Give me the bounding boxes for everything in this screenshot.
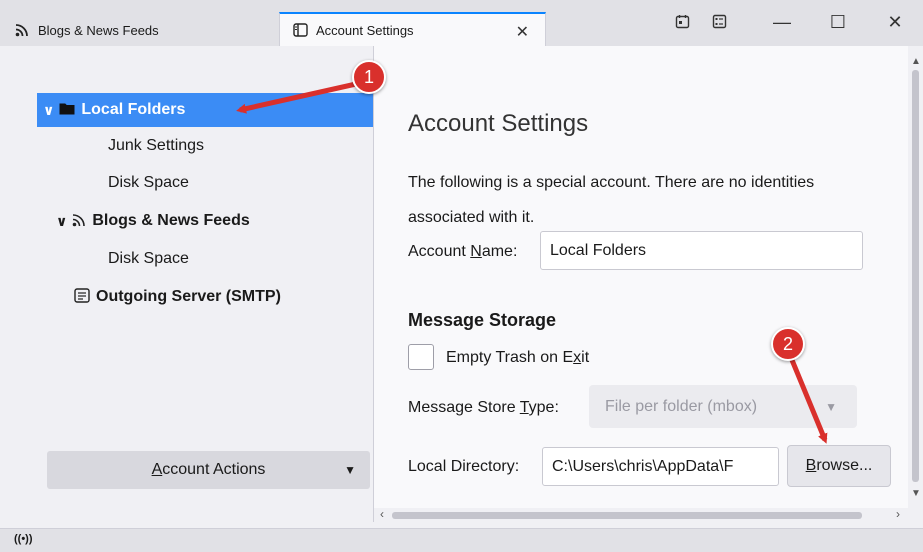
tree-item-label: Blogs & News Feeds <box>92 212 250 229</box>
rss-icon <box>72 213 86 230</box>
account-name-input[interactable]: Local Folders <box>540 231 863 270</box>
account-description: The following is a special account. Ther… <box>408 174 815 226</box>
page-title: Account Settings <box>408 110 589 137</box>
message-store-type-label: Message Store Type: <box>408 399 559 416</box>
tree-item-label: Outgoing Server (SMTP) <box>96 288 281 305</box>
scroll-left-icon[interactable]: ‹ <box>380 507 384 521</box>
tab-label: Blogs & News Feeds <box>38 22 159 38</box>
calendar-icon[interactable] <box>675 14 690 33</box>
scroll-down-icon[interactable]: ▼ <box>911 488 921 499</box>
account-name-label: Account Name: <box>408 243 518 260</box>
tree-item-blogs-news-feeds[interactable]: ∨ Blogs & News Feeds <box>56 204 250 238</box>
message-store-type-select: File per folder (mbox) ▼ <box>589 385 857 428</box>
empty-trash-label[interactable]: Empty Trash on Exit <box>446 349 589 367</box>
vertical-scrollbar[interactable]: ▲ ▼ <box>908 46 923 522</box>
tree-item-junk-settings[interactable]: Junk Settings <box>108 129 204 163</box>
tab-blogs-news-feeds[interactable]: Blogs & News Feeds <box>14 14 274 46</box>
minimize-button[interactable]: — <box>759 12 805 33</box>
settings-page-icon <box>292 22 308 38</box>
horizontal-scrollbar[interactable]: ‹ › <box>374 507 908 522</box>
empty-trash-checkbox[interactable] <box>408 344 434 370</box>
tree-item-disk-space[interactable]: Disk Space <box>108 166 189 200</box>
folder-icon <box>59 102 75 118</box>
tab-account-settings[interactable]: Account Settings ✕ <box>279 12 546 46</box>
scrollbar-thumb[interactable] <box>912 70 919 482</box>
online-status-icon[interactable]: ((•)) <box>14 533 33 545</box>
tree-item-local-folders[interactable]: ∨ Local Folders <box>37 93 373 127</box>
chevron-down-icon: ▼ <box>344 463 356 477</box>
annotation-badge-2: 2 <box>771 327 805 361</box>
local-directory-label: Local Directory: <box>408 458 520 475</box>
tasks-icon[interactable] <box>712 14 727 33</box>
chevron-down-icon: ▼ <box>825 399 837 414</box>
chevron-down-icon[interactable]: ∨ <box>56 213 67 230</box>
local-directory-input[interactable]: C:\Users\chris\AppData\F <box>542 447 779 486</box>
select-value: File per folder (mbox) <box>605 397 758 415</box>
chevron-down-icon[interactable]: ∨ <box>43 102 54 119</box>
tree-item-outgoing-server[interactable]: Outgoing Server (SMTP) <box>74 280 281 314</box>
scroll-up-icon[interactable]: ▲ <box>911 56 921 67</box>
account-actions-label: Account Actions <box>151 461 266 478</box>
scrollbar-thumb[interactable] <box>392 512 862 519</box>
close-window-button[interactable]: ✕ <box>872 12 918 33</box>
tree-item-label: Junk Settings <box>108 137 205 154</box>
tab-label: Account Settings <box>316 22 414 38</box>
scroll-right-icon[interactable]: › <box>896 507 900 521</box>
account-actions-button[interactable]: Account Actions ▼ <box>47 451 370 489</box>
status-bar: ((•)) <box>0 528 923 552</box>
message-storage-heading: Message Storage <box>408 310 557 330</box>
browse-button[interactable]: Browse... <box>787 445 891 487</box>
tab-bar: Blogs & News Feeds Account Settings ✕ — … <box>0 0 923 46</box>
annotation-badge-1: 1 <box>352 60 386 94</box>
tree-item-label: Disk Space <box>108 174 189 191</box>
close-tab-icon[interactable]: ✕ <box>516 22 529 42</box>
toolbar-icons <box>675 14 727 33</box>
tree-item-label: Local Folders <box>81 101 186 118</box>
maximize-button[interactable]: ☐ <box>815 12 861 33</box>
rss-icon <box>14 22 30 38</box>
outgoing-server-icon <box>74 288 90 306</box>
tree-item-disk-space[interactable]: Disk Space <box>108 242 189 276</box>
tree-item-label: Disk Space <box>108 250 189 267</box>
